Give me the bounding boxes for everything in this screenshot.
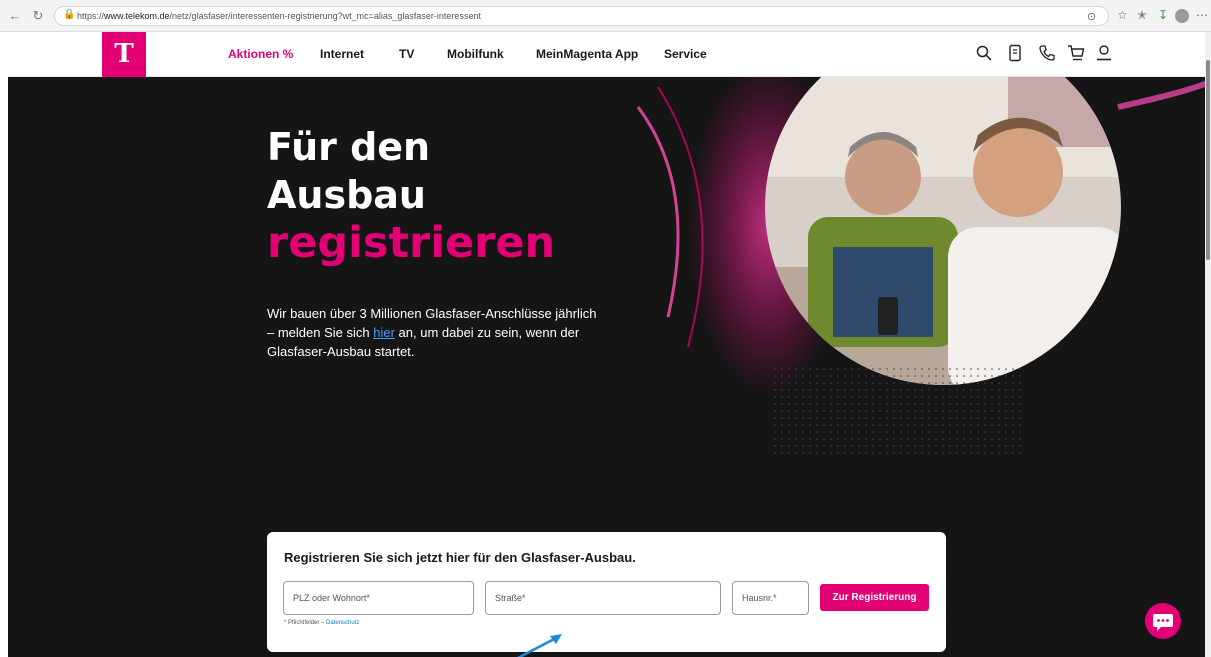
user-icon[interactable] [1095,44,1113,62]
nav-item-tv[interactable]: TV [399,47,414,61]
page-scrollbar[interactable] [1205,32,1211,657]
nav-item-service[interactable]: Service [664,47,707,61]
hero-section: Für den Ausbau registrieren Wir bauen üb… [8,77,1205,657]
house-number-input[interactable] [733,582,808,614]
plz-input[interactable] [284,582,473,614]
address-bar[interactable]: 🔒 https://www.telekom.de/netz/glasfaser/… [54,6,1109,26]
scrollbar-thumb[interactable] [1206,60,1210,260]
form-footnote: * Pflichtfelder – Datenschutz [284,620,360,626]
chat-bubble-icon [1153,614,1173,631]
search-icon[interactable] [975,44,993,62]
phone-icon[interactable] [1038,44,1056,62]
profile-avatar-icon[interactable] [1175,9,1189,23]
hier-link[interactable]: hier [373,325,395,340]
more-menu-icon[interactable]: ⋯ [1196,8,1208,22]
arrow-pointer-icon [517,634,562,657]
nav-item-mobilfunk[interactable]: Mobilfunk [447,47,504,61]
back-icon[interactable]: ← [6,7,24,25]
nav-item-aktionen[interactable]: Aktionen % [228,47,293,61]
reload-icon[interactable]: ↻ [29,7,47,25]
street-input[interactable] [486,582,720,614]
headline-line-3: registrieren [267,218,556,268]
nav-item-meinmagenta-app[interactable]: MeinMagenta App [536,47,638,61]
privacy-link[interactable]: Datenschutz [326,620,359,626]
registration-form: Registrieren Sie sich jetzt hier für den… [267,532,946,652]
lock-icon: 🔒 [63,9,76,20]
cart-icon[interactable] [1067,44,1085,62]
downloads-icon[interactable]: ↧ [1158,8,1168,22]
form-title: Registrieren Sie sich jetzt hier für den… [284,550,636,565]
zoom-icon[interactable]: ⊙ [1087,10,1096,23]
url-text: https://www.telekom.de/netz/glasfaser/in… [77,11,481,21]
browser-toolbar: ← ↻ 🔒 https://www.telekom.de/netz/glasfa… [0,0,1211,32]
headline-line-2: Ausbau [267,173,426,217]
hero-photo [636,77,1205,397]
submit-registration-button[interactable]: Zur Registrierung [820,584,929,611]
hero-headline: Für den Ausbau registrieren [267,123,555,267]
dot-pattern-decoration [773,367,1023,457]
favorite-star-icon[interactable]: ☆ [1117,8,1128,22]
hero-intro-text: Wir bauen über 3 Millionen Glasfaser-Ans… [267,306,597,359]
house-number-field [732,581,809,615]
plz-field [283,581,474,615]
chat-button[interactable] [1145,603,1181,639]
headline-line-1: Für den [267,125,431,169]
telekom-logo[interactable]: T [102,32,146,77]
site-header: T Aktionen % Internet TV Mobilfunk MeinM… [8,32,1205,77]
tariff-icon[interactable] [1006,44,1024,62]
nav-item-internet[interactable]: Internet [320,47,364,61]
street-field [485,581,721,615]
favorites-list-icon[interactable]: ✭ [1137,8,1147,22]
